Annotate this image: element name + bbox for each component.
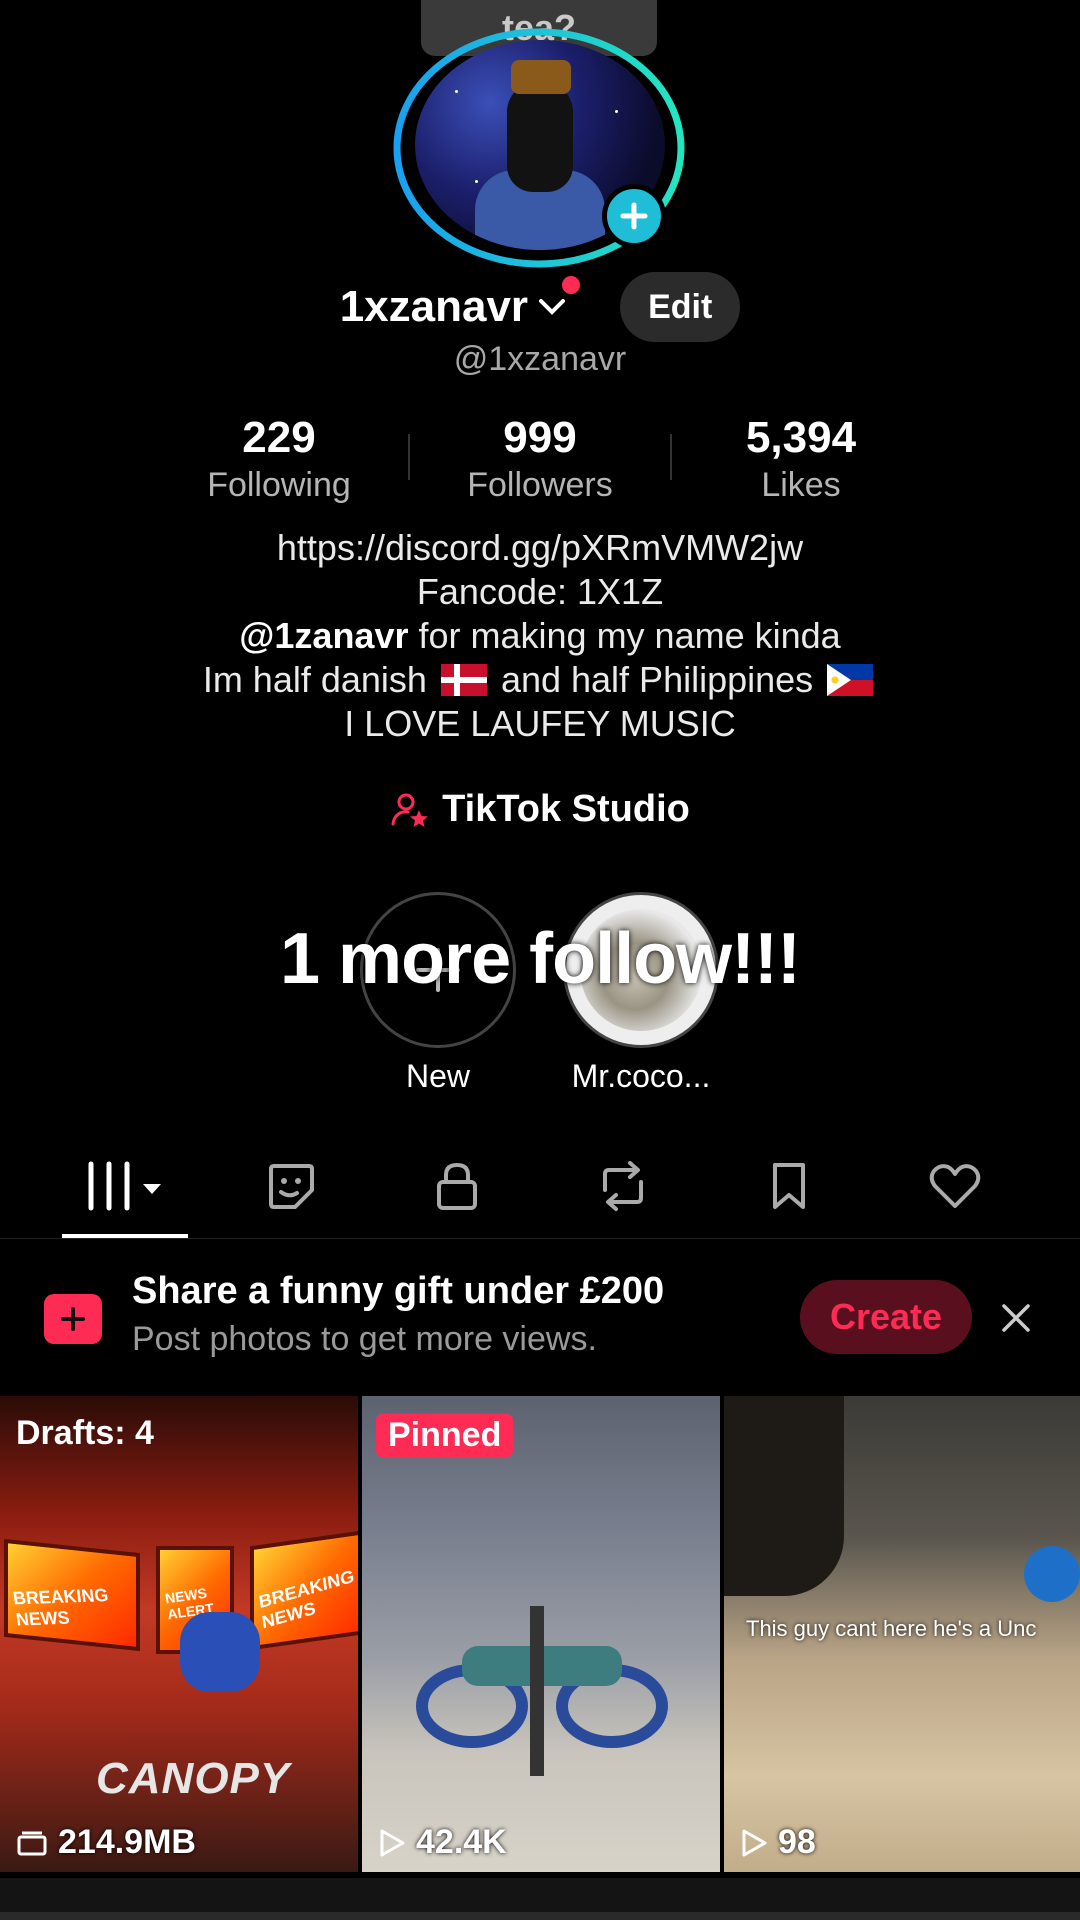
drafts-icon xyxy=(17,1831,47,1855)
tab-private[interactable] xyxy=(417,1158,497,1214)
likes-stat[interactable]: 5,394 Likes xyxy=(686,412,916,506)
tiktok-studio-label: TikTok Studio xyxy=(442,788,690,830)
bio-text: Im half danish xyxy=(202,659,437,700)
video-scene xyxy=(416,1606,668,1776)
stat-divider xyxy=(408,434,410,480)
tab-stickers[interactable] xyxy=(251,1158,331,1214)
play-icon xyxy=(380,1829,405,1856)
denmark-flag-icon xyxy=(440,664,487,696)
creator-star-icon xyxy=(391,793,429,827)
followers-label: Followers xyxy=(467,466,613,504)
bio-text: and half Philippines xyxy=(490,659,824,700)
edit-profile-button[interactable]: Edit xyxy=(620,272,741,342)
plus-icon xyxy=(620,202,648,230)
tab-liked[interactable] xyxy=(915,1158,995,1214)
video-thumbnail-drafts[interactable]: BREAKING NEWS NEWS ALERT BREAKING NEWS C… xyxy=(0,1396,358,1872)
heart-icon xyxy=(929,1164,981,1208)
chevron-down-icon xyxy=(539,299,566,315)
bio-line: Fancode: 1X1Z xyxy=(416,571,664,612)
tab-favorites[interactable] xyxy=(749,1158,829,1214)
banner-subtitle: Post photos to get more views. xyxy=(132,1320,597,1358)
create-label: Create xyxy=(829,1296,943,1337)
bottom-bar xyxy=(0,1912,1080,1920)
edit-label: Edit xyxy=(648,287,713,326)
drafts-size-value: 214.9MB xyxy=(58,1823,196,1861)
overlay-caption: 1 more follow!!! xyxy=(280,919,801,999)
close-icon[interactable] xyxy=(996,1298,1036,1338)
create-button[interactable]: Create xyxy=(800,1280,972,1354)
lock-icon xyxy=(437,1162,477,1210)
drafts-size: 214.9MB xyxy=(16,1823,196,1862)
bio-line: @1zanavr for making my name kinda xyxy=(0,614,1080,658)
scene-text: CANOPY xyxy=(96,1754,291,1803)
character-figure xyxy=(724,1396,844,1596)
followers-stat[interactable]: 999 Followers xyxy=(425,412,655,506)
view-count: 42.4K xyxy=(378,1823,507,1862)
pinned-badge: Pinned xyxy=(376,1414,514,1457)
username: @1xzanavr xyxy=(453,340,627,378)
bookmark-icon xyxy=(773,1163,805,1209)
banner-title: Share a funny gift under £200 xyxy=(132,1270,665,1312)
view-count: 98 xyxy=(740,1823,816,1862)
character-figure xyxy=(1024,1546,1080,1602)
bio-line: I LOVE LAUFEY MUSIC xyxy=(344,703,736,744)
bio-link[interactable]: https://discord.gg/pXRmVMW2jw xyxy=(0,526,1080,570)
repost-icon xyxy=(603,1161,643,1211)
video-thumbnail-pinned[interactable]: Pinned 42.4K xyxy=(362,1396,720,1872)
following-count: 229 xyxy=(242,413,316,462)
character-figure xyxy=(180,1612,260,1692)
following-stat[interactable]: 229 Following xyxy=(164,412,394,506)
story-label-new: New xyxy=(405,1058,470,1094)
display-name-switcher[interactable]: 1xzanavr xyxy=(339,276,594,332)
likes-count: 5,394 xyxy=(745,413,857,462)
screen-text: BREAKING NEWS xyxy=(11,1584,110,1630)
view-count-value: 42.4K xyxy=(416,1823,507,1861)
view-count-value: 98 xyxy=(778,1823,816,1861)
notification-dot xyxy=(562,276,581,294)
tab-reposts[interactable] xyxy=(583,1158,663,1214)
drafts-label: Drafts: 4 xyxy=(16,1414,154,1452)
following-label: Following xyxy=(207,466,351,504)
tiktok-studio-link[interactable]: TikTok Studio xyxy=(0,788,1080,831)
bio-text: for making my name kinda xyxy=(408,615,841,656)
bio-line: Im half danish and half Philippines xyxy=(0,658,1080,702)
divider xyxy=(0,1238,1080,1239)
tab-videos[interactable] xyxy=(85,1158,165,1214)
likes-label: Likes xyxy=(761,466,841,504)
bio-mention[interactable]: @1zanavr xyxy=(239,615,408,656)
video-thumbnail[interactable]: This guy cant here he's a Unc 98 xyxy=(724,1396,1080,1872)
sticker-icon xyxy=(269,1164,314,1209)
display-name: 1xzanavr xyxy=(339,282,529,331)
philippines-flag-icon xyxy=(827,664,874,696)
stat-divider xyxy=(670,434,672,480)
grid-videos-icon xyxy=(88,1161,161,1211)
video-caption: This guy cant here he's a Unc xyxy=(746,1616,1037,1641)
bio: https://discord.gg/pXRmVMW2jw Fancode: 1… xyxy=(0,526,1080,746)
add-story-button[interactable] xyxy=(602,184,666,248)
gift-post-icon xyxy=(44,1294,102,1344)
followers-count: 999 xyxy=(503,413,577,462)
play-icon xyxy=(742,1829,767,1856)
screen-text: BREAKING NEWS xyxy=(257,1565,356,1633)
story-label: Mr.coco... xyxy=(571,1058,711,1094)
